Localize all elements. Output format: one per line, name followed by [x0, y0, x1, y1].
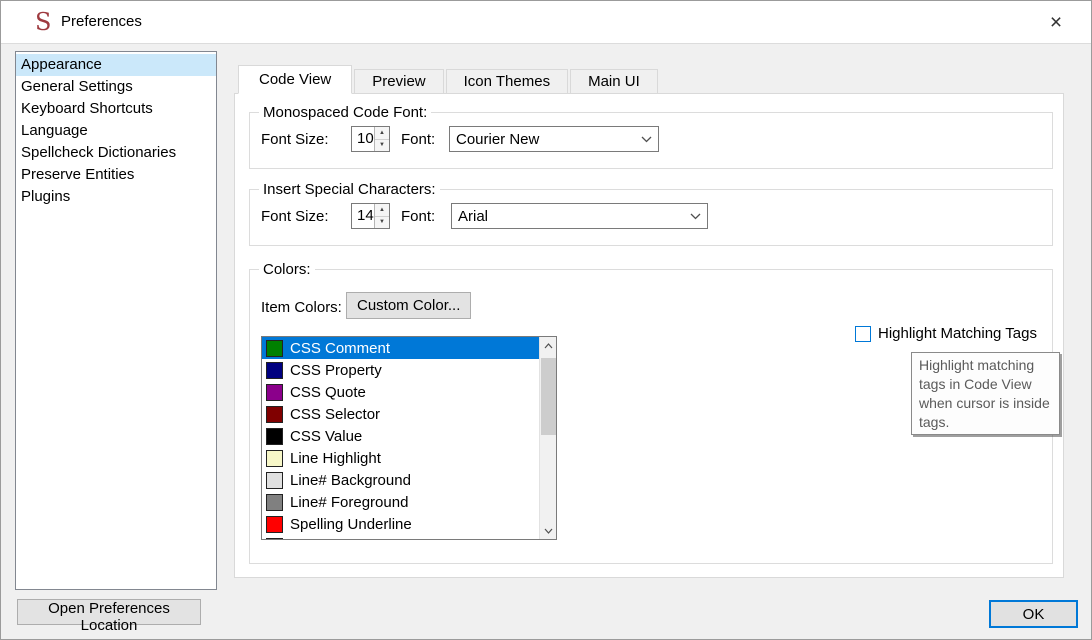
scroll-up-icon[interactable]: [540, 337, 556, 354]
color-item-spelling-underline[interactable]: Spelling Underline: [262, 513, 539, 535]
color-item-label: CSS Value: [290, 427, 363, 445]
group-title: Colors:: [259, 261, 315, 278]
tab-preview[interactable]: Preview: [354, 69, 444, 94]
mono-font-size-value: 10: [357, 130, 374, 147]
color-item-label: CSS Comment: [290, 339, 391, 357]
highlight-matching-tags-label: Highlight Matching Tags: [878, 325, 1037, 342]
color-item-label: Line# Foreground: [290, 493, 409, 511]
highlight-matching-tags-row: Highlight Matching Tags: [855, 325, 1037, 342]
ok-button[interactable]: OK: [989, 600, 1078, 628]
mono-font-value: Courier New: [456, 130, 540, 148]
color-swatch: [266, 427, 283, 445]
special-font-size-spinner[interactable]: 14 ▲ ▼: [351, 203, 390, 229]
special-font-combobox[interactable]: Arial: [451, 203, 708, 229]
color-item-line-highlight[interactable]: Line Highlight: [262, 447, 539, 469]
item-colors-label: Item Colors:: [261, 299, 342, 316]
color-item-css-selector[interactable]: CSS Selector: [262, 403, 539, 425]
color-item-label: CSS Quote: [290, 383, 366, 401]
sidebar-item-general-settings[interactable]: General Settings: [16, 76, 216, 98]
color-item-label: CSS Property: [290, 361, 382, 379]
highlight-matching-tags-checkbox[interactable]: [855, 325, 871, 342]
color-swatch: [266, 383, 283, 401]
color-swatch: [266, 449, 283, 467]
font-label: Font:: [401, 208, 436, 225]
color-item-label: Spelling Underline: [290, 515, 412, 533]
spin-down-icon[interactable]: ▼: [375, 139, 389, 151]
preferences-window: S Preferences × Appearance General Settin…: [0, 0, 1092, 640]
color-item-css-comment[interactable]: CSS Comment: [262, 337, 539, 359]
scrollbar-thumb[interactable]: [541, 358, 556, 435]
group-title: Monospaced Code Font:: [259, 104, 432, 121]
sigil-logo-icon: S: [35, 8, 52, 36]
tab-bar: Code View Preview Icon Themes Main UI: [238, 65, 660, 94]
tab-main-ui[interactable]: Main UI: [570, 69, 658, 94]
vertical-scrollbar[interactable]: [539, 337, 556, 539]
color-item-item[interactable]: [262, 535, 539, 539]
group-title: Insert Special Characters:: [259, 181, 440, 198]
sidebar-item-spellcheck-dictionaries[interactable]: Spellcheck Dictionaries: [16, 142, 216, 164]
color-swatch: [266, 361, 283, 379]
sidebar-item-keyboard-shortcuts[interactable]: Keyboard Shortcuts: [16, 98, 216, 120]
tab-code-view[interactable]: Code View: [238, 65, 353, 94]
color-rows: CSS Comment CSS Property CSS Quote CSS Sele…: [262, 337, 539, 539]
monospaced-code-font-group: Monospaced Code Font: Font Size: 10 ▲ ▼ …: [249, 104, 1053, 169]
color-item-label: Line# Background: [290, 471, 411, 489]
sidebar-item-plugins[interactable]: Plugins: [16, 186, 216, 208]
tab-icon-themes[interactable]: Icon Themes: [445, 69, 569, 94]
color-item-label: Line Highlight: [290, 449, 381, 467]
color-item-label: CSS Selector: [290, 405, 381, 423]
special-font-value: Arial: [458, 207, 489, 225]
sidebar-item-language[interactable]: Language: [16, 120, 216, 142]
color-swatch: [266, 471, 283, 489]
spin-down-icon[interactable]: ▼: [375, 216, 389, 228]
font-size-label: Font Size:: [261, 131, 329, 148]
window-title: Preferences: [61, 13, 142, 30]
color-swatch: [266, 493, 283, 511]
insert-special-characters-group: Insert Special Characters: Font Size: 14…: [249, 181, 1053, 246]
mono-font-combobox[interactable]: Courier New: [449, 126, 659, 152]
close-icon: ×: [1049, 10, 1063, 34]
mono-font-size-spinner[interactable]: 10 ▲ ▼: [351, 126, 390, 152]
title-bar: S Preferences ×: [1, 1, 1091, 44]
open-preferences-location-button[interactable]: Open Preferences Location: [17, 599, 201, 634]
tooltip: Highlight matching tags in Code View whe…: [911, 352, 1060, 435]
spinner-buttons: ▲ ▼: [374, 127, 389, 151]
special-font-size-value: 14: [357, 207, 374, 224]
color-item-css-value[interactable]: CSS Value: [262, 425, 539, 447]
code-view-tab-panel: Monospaced Code Font: Font Size: 10 ▲ ▼ …: [234, 93, 1064, 578]
font-label: Font:: [401, 131, 436, 148]
scroll-down-icon[interactable]: [540, 522, 556, 539]
color-swatch: [266, 537, 283, 539]
spin-up-icon[interactable]: ▲: [375, 127, 389, 140]
item-colors-list: CSS Comment CSS Property CSS Quote CSS Sele…: [261, 336, 557, 540]
color-item-line-background[interactable]: Line# Background: [262, 469, 539, 491]
sidebar-item-appearance[interactable]: Appearance: [16, 54, 216, 76]
custom-color-button[interactable]: Custom Color...: [346, 292, 472, 319]
color-item-css-quote[interactable]: CSS Quote: [262, 381, 539, 403]
colors-group: Colors: Item Colors: Custom Color... CSS…: [249, 261, 1060, 564]
chevron-down-icon: [634, 136, 658, 143]
spinner-buttons: ▲ ▼: [374, 204, 389, 228]
category-list: Appearance General Settings Keyboard Short…: [15, 51, 217, 590]
sidebar-item-preserve-entities[interactable]: Preserve Entities: [16, 164, 216, 186]
chevron-down-icon: [683, 213, 707, 220]
font-size-label: Font Size:: [261, 208, 329, 225]
spin-up-icon[interactable]: ▲: [375, 204, 389, 217]
color-swatch: [266, 515, 283, 533]
color-swatch: [266, 339, 283, 357]
color-item-css-property[interactable]: CSS Property: [262, 359, 539, 381]
color-item-line-foreground[interactable]: Line# Foreground: [262, 491, 539, 513]
color-swatch: [266, 405, 283, 423]
close-button[interactable]: ×: [1033, 1, 1079, 44]
